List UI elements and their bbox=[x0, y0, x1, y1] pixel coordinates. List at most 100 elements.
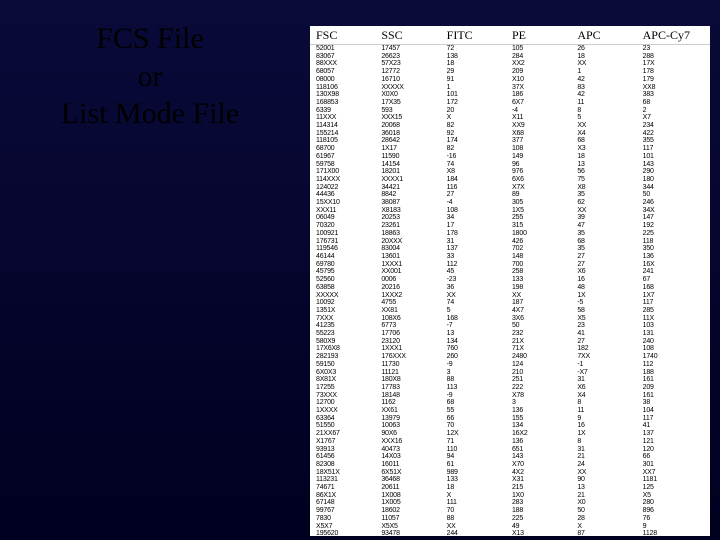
cell: 1X bbox=[575, 292, 640, 300]
table-row: 1XXXXXX615513611104 bbox=[314, 407, 706, 415]
cell: 37X bbox=[510, 84, 575, 92]
cell: 134 bbox=[445, 338, 510, 346]
cell: 251 bbox=[510, 376, 575, 384]
cell: 61456 bbox=[314, 453, 379, 461]
title-line-1: FCS File bbox=[0, 20, 300, 58]
cell: 28 bbox=[575, 515, 640, 523]
cell: 18X51X bbox=[314, 469, 379, 477]
cell: XX bbox=[575, 469, 640, 477]
cell: 117 bbox=[641, 415, 706, 423]
cell: 68 bbox=[641, 99, 706, 107]
cell: 108 bbox=[445, 207, 510, 215]
cell: 11057 bbox=[379, 515, 444, 523]
cell: 137 bbox=[641, 430, 706, 438]
cell: 74671 bbox=[314, 484, 379, 492]
cell: XX bbox=[575, 122, 640, 130]
cell: 1XXX1 bbox=[379, 345, 444, 353]
cell: 48 bbox=[575, 284, 640, 292]
cell: 116 bbox=[445, 184, 510, 192]
cell: 117 bbox=[641, 145, 706, 153]
cell: 246 bbox=[641, 199, 706, 207]
cell: 31 bbox=[575, 446, 640, 454]
table-row: 671481X005111283X0280 bbox=[314, 499, 706, 507]
cell: 89 bbox=[510, 191, 575, 199]
cell: 134 bbox=[510, 422, 575, 430]
cell: 258 bbox=[510, 268, 575, 276]
cell: 161 bbox=[641, 376, 706, 384]
table-row: 1552143601892X68X4422 bbox=[314, 130, 706, 138]
cell: 147 bbox=[641, 214, 706, 222]
cell: 83 bbox=[575, 84, 640, 92]
cell: 1X008 bbox=[379, 492, 444, 500]
cell: 36468 bbox=[379, 476, 444, 484]
cell: 260 bbox=[445, 353, 510, 361]
cell: 198 bbox=[510, 284, 575, 292]
cell: 06049 bbox=[314, 214, 379, 222]
table-row: 114XXXXXXX11846X675180 bbox=[314, 176, 706, 184]
cell: X5 bbox=[641, 492, 706, 500]
cell: 21 bbox=[575, 492, 640, 500]
cell: 4X2 bbox=[510, 469, 575, 477]
cell: 8 bbox=[575, 399, 640, 407]
cell: 180X8 bbox=[379, 376, 444, 384]
cell: 179 bbox=[641, 76, 706, 84]
table-row: 86X1X1X008X1X021X5 bbox=[314, 492, 706, 500]
cell: 66 bbox=[445, 415, 510, 423]
cell: 168 bbox=[445, 315, 510, 323]
cell: 1X0 bbox=[510, 492, 575, 500]
cell: 180 bbox=[641, 176, 706, 184]
cell: XX61 bbox=[379, 407, 444, 415]
cell: 240 bbox=[641, 338, 706, 346]
cell: X4 bbox=[575, 392, 640, 400]
cell: 41 bbox=[641, 422, 706, 430]
cell: 125 bbox=[641, 484, 706, 492]
cell: 6X0X3 bbox=[314, 369, 379, 377]
cell: 68 bbox=[575, 137, 640, 145]
cell: XX001 bbox=[379, 268, 444, 276]
cell: 593 bbox=[379, 107, 444, 115]
cell: 3X6 bbox=[510, 315, 575, 323]
cell: X8 bbox=[575, 184, 640, 192]
cell: X7 bbox=[641, 114, 706, 122]
cell: 11XXX bbox=[314, 114, 379, 122]
cell: 120 bbox=[641, 446, 706, 454]
table-row: 5975814154749613143 bbox=[314, 161, 706, 169]
cell: 70320 bbox=[314, 222, 379, 230]
cell: 93913 bbox=[314, 446, 379, 454]
table-header-row: FSC SSC FITC PE APC APC-Cy7 bbox=[310, 26, 710, 45]
cell: 88 bbox=[445, 376, 510, 384]
cell: 119546 bbox=[314, 245, 379, 253]
cell: 33 bbox=[445, 253, 510, 261]
cell: 118105 bbox=[314, 137, 379, 145]
cell: 44436 bbox=[314, 191, 379, 199]
cell: 21 bbox=[575, 453, 640, 461]
table-row: 10092475574187-5117 bbox=[314, 299, 706, 307]
cell: 61967 bbox=[314, 153, 379, 161]
cell: 36 bbox=[445, 284, 510, 292]
table-row: 74671206111821513125 bbox=[314, 484, 706, 492]
table-row: 412356773-75023103 bbox=[314, 322, 706, 330]
cell: 161 bbox=[641, 392, 706, 400]
cell: 355 bbox=[641, 137, 706, 145]
col-header-apc: APC bbox=[575, 28, 640, 43]
col-header-apc-cy7: APC-Cy7 bbox=[641, 28, 706, 43]
cell: 20 bbox=[445, 107, 510, 115]
cell: 290 bbox=[641, 168, 706, 176]
cell: 74 bbox=[445, 161, 510, 169]
cell: 73XXX bbox=[314, 392, 379, 400]
cell: 71 bbox=[445, 438, 510, 446]
cell: 46144 bbox=[314, 253, 379, 261]
cell: XXXXX bbox=[314, 292, 379, 300]
cell: 112 bbox=[641, 361, 706, 369]
cell: 1128 bbox=[641, 530, 706, 536]
cell: 21XX67 bbox=[314, 430, 379, 438]
cell: 68 bbox=[575, 238, 640, 246]
table-row: X1767XXX16711368121 bbox=[314, 438, 706, 446]
cell: 27 bbox=[445, 191, 510, 199]
cell: 100921 bbox=[314, 230, 379, 238]
cell: 70 bbox=[445, 422, 510, 430]
table-row: 130X98X0X010118642383 bbox=[314, 91, 706, 99]
cell: 99767 bbox=[314, 507, 379, 515]
cell: X6 bbox=[575, 268, 640, 276]
cell: 6339 bbox=[314, 107, 379, 115]
